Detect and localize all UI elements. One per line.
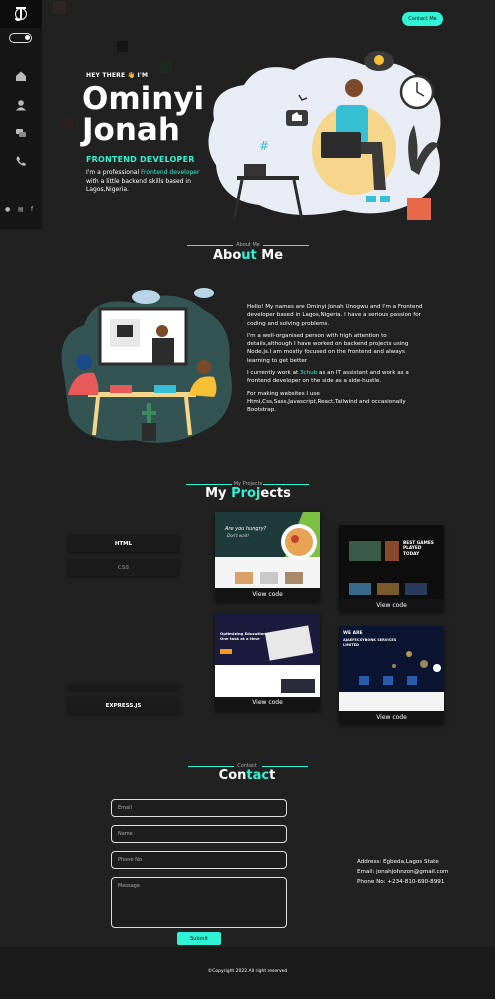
company-name: AJAEFECXYBONK SERVICES LIMITED (343, 638, 397, 647)
mail-icon[interactable]: ▤ (18, 206, 24, 213)
email-field[interactable]: Email (111, 799, 287, 817)
contact-email: Email: jonahjohnzon@gmail.com (357, 869, 449, 875)
logo[interactable] (0, 0, 42, 28)
view-code-link[interactable]: View code (339, 714, 444, 721)
project-card-games[interactable]: BEST GAMES PLAYED TODAY View code (339, 525, 444, 611)
project-screenshot (215, 613, 320, 697)
hero-name: Ominyi Jonah (82, 81, 205, 148)
contact-phone: Phone No: +234-810-690-8991 (357, 879, 445, 885)
games-heading: BEST GAMES PLAYED TODAY (403, 541, 434, 557)
project-screenshot (339, 525, 444, 599)
phone-icon[interactable] (15, 155, 27, 167)
facebook-icon[interactable]: f (31, 206, 33, 213)
svg-text:#: # (259, 139, 269, 153)
copyright: ©Copyright 2022.All right reserved (207, 969, 288, 974)
contact-me-button[interactable]: Contact Me (402, 12, 443, 26)
view-code-link[interactable]: View code (215, 699, 320, 706)
education-heading: Optimizing Education One task at a time (220, 631, 266, 641)
about-illustration (61, 288, 232, 443)
food-subheading: Don't wait! (227, 533, 250, 538)
name-field[interactable]: Name (111, 825, 287, 843)
skill-express: EXPRESS.JS (68, 697, 179, 714)
food-heading: Are you hungry? (225, 526, 267, 532)
user-icon[interactable] (15, 99, 27, 111)
projects-title: My Projects (205, 486, 291, 501)
about-paragraph: I'm a well-organised person with high at… (247, 332, 409, 364)
view-code-link[interactable]: View code (339, 602, 444, 609)
jonah-monogram-icon (15, 7, 27, 22)
about-text: Hello! My names are Ominyi Jonah Unogwu … (247, 303, 425, 419)
skill-placeholder (68, 684, 179, 690)
hero-description: I'm a professional Frontend developer wi… (86, 169, 200, 193)
submit-button[interactable]: Submit (177, 932, 221, 945)
project-screenshot (215, 512, 320, 588)
project-card-company[interactable]: WE ARE AJAEFECXYBONK SERVICES LIMITED Vi… (339, 626, 444, 723)
message-field[interactable]: Message (111, 877, 287, 928)
footer: ©Copyright 2022.All right reserved (0, 947, 495, 999)
about-paragraph: Hello! My names are Ominyi Jonah Unogwu … (247, 304, 423, 327)
contact-info: Address: Egbeda,Lagos State Email: jonah… (357, 857, 449, 887)
theme-toggle[interactable] (9, 33, 32, 43)
about-paragraph: I currently work at 3chub as an IT assis… (247, 370, 409, 385)
about-title: About Me (212, 248, 284, 263)
hero-illustration: # (208, 51, 441, 221)
hero-greeting: HEY THERE 👋 I'M (86, 72, 149, 79)
contact-title: Contact (218, 768, 276, 783)
sidebar: ● ▤ f (0, 0, 42, 229)
home-icon[interactable] (15, 70, 27, 82)
contact-address: Address: Egbeda,Lagos State (357, 859, 439, 865)
project-card-food[interactable]: Are you hungry? Don't wait! View code (215, 512, 320, 601)
chat-icon[interactable] (15, 127, 27, 139)
about-paragraph: For making websites I use Html,Css,Sass,… (247, 390, 406, 414)
company-heading: WE ARE (343, 631, 363, 636)
project-card-education[interactable]: Optimizing Education One task at a time … (215, 613, 320, 710)
skill-html: HTML (68, 535, 179, 552)
hero-role: FRONTEND DEVELOPER (86, 155, 195, 164)
view-code-link[interactable]: View code (215, 591, 320, 598)
github-icon[interactable]: ● (5, 206, 10, 213)
phone-field[interactable]: Phone No (111, 851, 287, 869)
skill-css: CSS (68, 559, 179, 576)
